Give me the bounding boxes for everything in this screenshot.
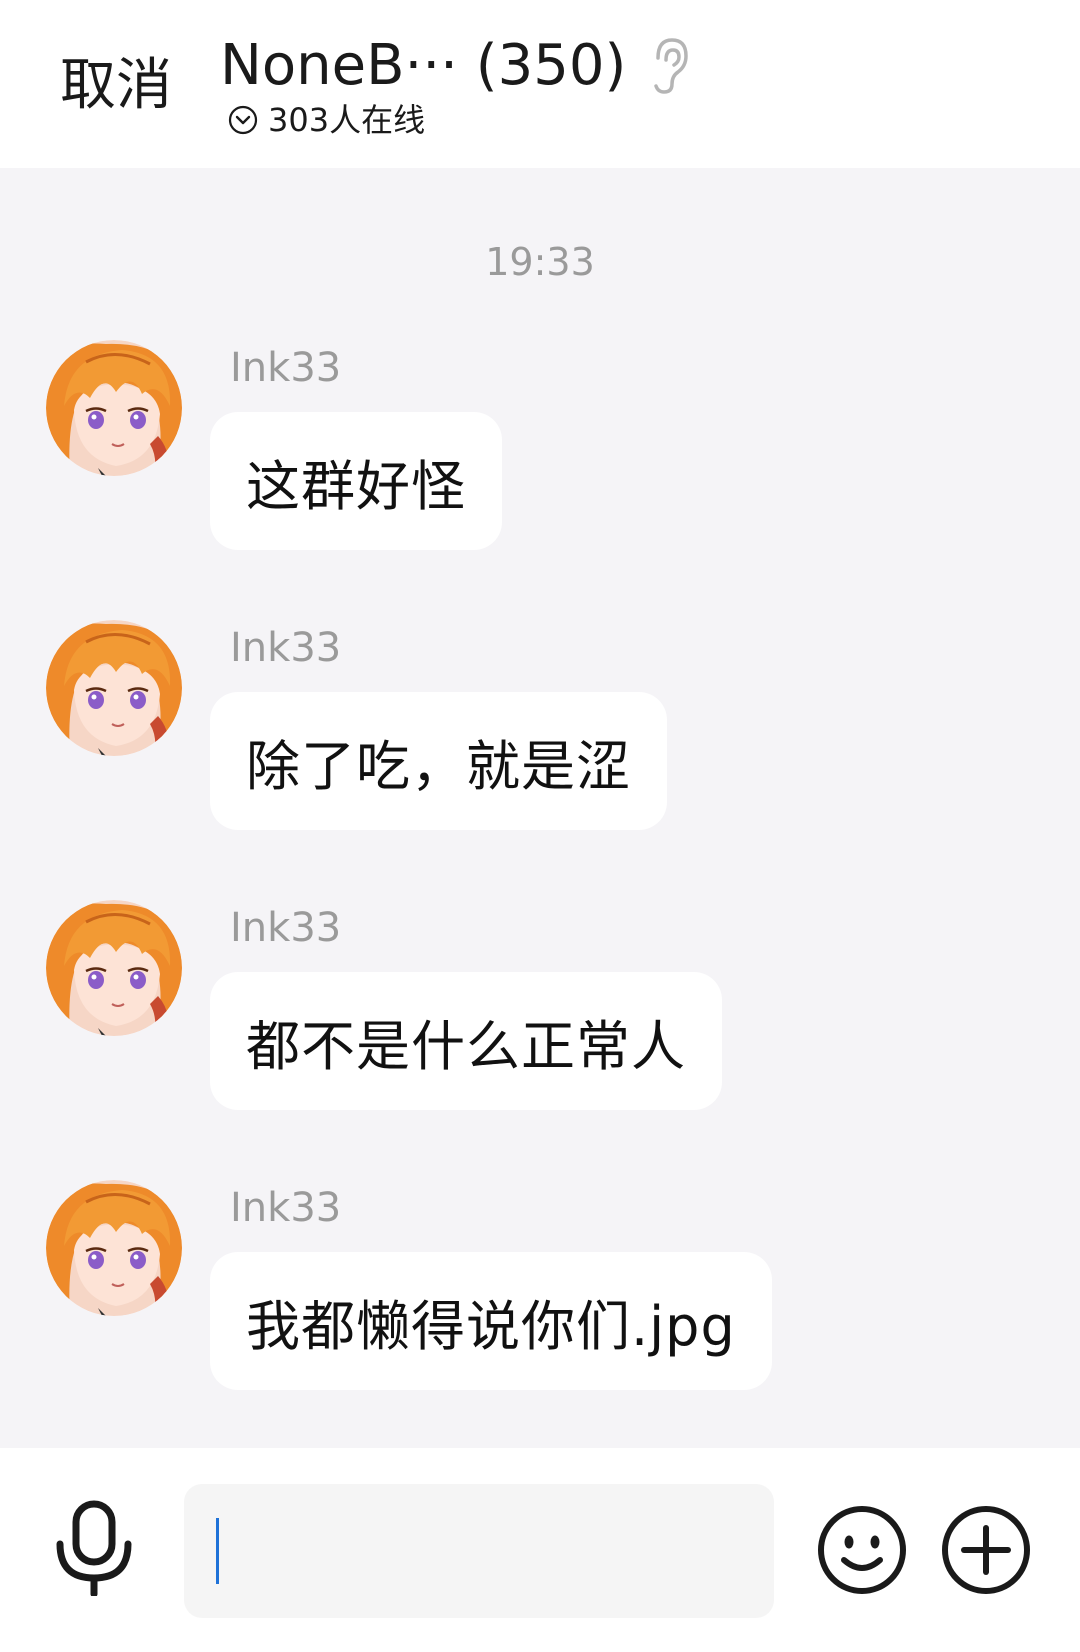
- sender-name: Ink33: [230, 905, 342, 951]
- group-title-bar[interactable]: NoneB··· (350): [220, 26, 690, 106]
- message-bubble[interactable]: 这群好怪: [210, 412, 502, 550]
- sender-name: Ink33: [230, 345, 342, 391]
- message-text: 这群好怪: [246, 454, 466, 518]
- message-timestamp: 19:33: [485, 240, 595, 284]
- message-bubble[interactable]: 除了吃，就是涩: [210, 692, 667, 830]
- message-item: Ink33 除了吃，就是涩: [0, 620, 1080, 840]
- avatar[interactable]: [46, 340, 182, 476]
- sender-name: Ink33: [230, 625, 342, 671]
- ear-icon[interactable]: [650, 36, 690, 96]
- chat-screen: 取消 NoneB··· (350) 303人在线 19:33 Ink33 这群好…: [0, 0, 1080, 1652]
- avatar[interactable]: [46, 1180, 182, 1316]
- online-status[interactable]: 303人在线: [228, 98, 425, 142]
- chat-header: 取消 NoneB··· (350) 303人在线: [0, 0, 1080, 168]
- message-input[interactable]: [184, 1484, 774, 1618]
- text-caret: [216, 1518, 219, 1584]
- avatar[interactable]: [46, 620, 182, 756]
- message-bubble[interactable]: 都不是什么正常人: [210, 972, 722, 1110]
- message-item: Ink33 我都懒得说你们.jpg: [0, 1180, 1080, 1400]
- message-item: Ink33 都不是什么正常人: [0, 900, 1080, 1120]
- cancel-button[interactable]: 取消: [60, 50, 172, 122]
- sender-name: Ink33: [230, 1185, 342, 1231]
- message-text: 除了吃，就是涩: [246, 734, 631, 798]
- plus-circle-icon[interactable]: [940, 1504, 1032, 1596]
- message-item: Ink33 这群好怪: [0, 340, 1080, 560]
- chevron-circle-icon: [228, 105, 258, 135]
- message-text: 我都懒得说你们.jpg: [246, 1294, 736, 1358]
- smiley-icon[interactable]: [816, 1504, 908, 1596]
- online-count: 303人在线: [268, 101, 426, 139]
- avatar[interactable]: [46, 900, 182, 1036]
- microphone-icon[interactable]: [52, 1500, 136, 1596]
- message-text: 都不是什么正常人: [246, 1014, 686, 1078]
- input-bar: [0, 1448, 1080, 1652]
- group-title: NoneB··· (350): [220, 33, 627, 98]
- message-bubble[interactable]: 我都懒得说你们.jpg: [210, 1252, 772, 1390]
